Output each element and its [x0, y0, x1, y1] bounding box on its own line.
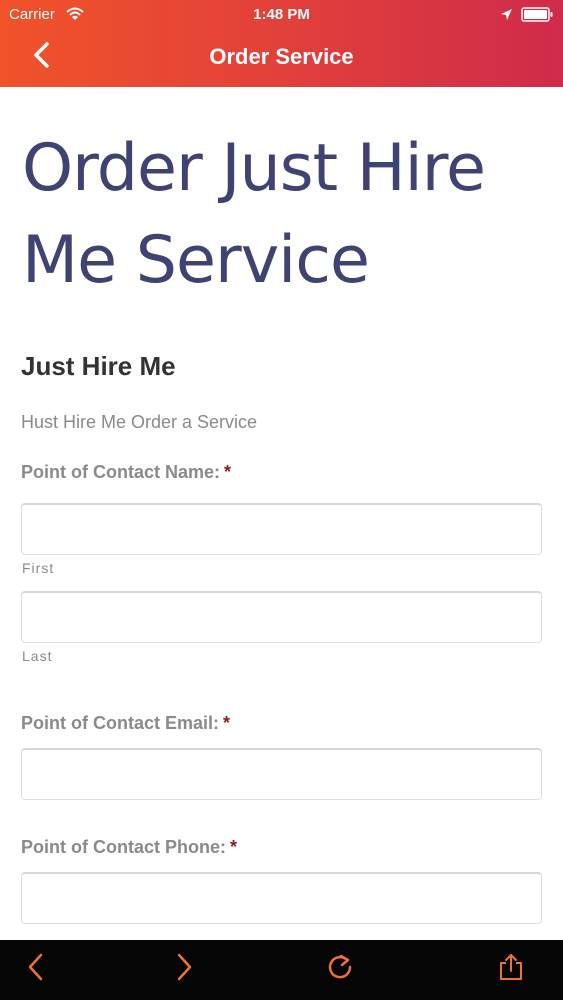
- location-arrow-icon: [500, 8, 513, 25]
- contact-email-label: Point of Contact Email: *: [21, 713, 230, 734]
- app-header: Carrier 1:48 PM Order Service: [0, 0, 563, 87]
- required-mark: *: [224, 462, 232, 482]
- last-name-sublabel: Last: [22, 648, 53, 664]
- toolbar-forward-button[interactable]: [168, 952, 202, 986]
- browser-toolbar: [0, 940, 563, 1000]
- form-title: Just Hire Me: [21, 351, 176, 381]
- phone-input[interactable]: [21, 872, 542, 924]
- first-name-sublabel: First: [22, 560, 55, 576]
- battery-icon: [521, 7, 554, 26]
- page-title: Order Just Hire Me Service: [22, 131, 486, 298]
- page-content[interactable]: Order Just Hire Me Service Just Hire Me …: [0, 87, 563, 940]
- forward-arrow-icon: [176, 952, 194, 987]
- contact-phone-label: Point of Contact Phone: *: [21, 837, 237, 858]
- nav-title: Order Service: [209, 44, 354, 69]
- required-mark: *: [229, 837, 237, 857]
- contact-name-label: Point of Contact Name: *: [21, 462, 231, 483]
- email-input[interactable]: [21, 748, 542, 800]
- last-name-input[interactable]: [21, 591, 542, 643]
- status-time: 1:48 PM: [253, 6, 310, 23]
- back-arrow-icon: [26, 952, 44, 987]
- contact-phone-label-text: Point of Contact Phone:: [21, 837, 226, 857]
- contact-email-label-text: Point of Contact Email:: [21, 713, 219, 733]
- toolbar-reload-button[interactable]: [323, 952, 357, 986]
- form-description: Hust Hire Me Order a Service: [21, 412, 258, 432]
- toolbar-back-button[interactable]: [18, 952, 52, 986]
- first-name-input[interactable]: [21, 503, 542, 555]
- status-bar: Carrier 1:48 PM: [0, 0, 563, 30]
- toolbar-share-button[interactable]: [494, 952, 528, 986]
- required-mark: *: [223, 713, 231, 733]
- share-icon: [498, 952, 524, 987]
- contact-name-label-text: Point of Contact Name:: [21, 462, 221, 482]
- reload-icon: [325, 952, 355, 987]
